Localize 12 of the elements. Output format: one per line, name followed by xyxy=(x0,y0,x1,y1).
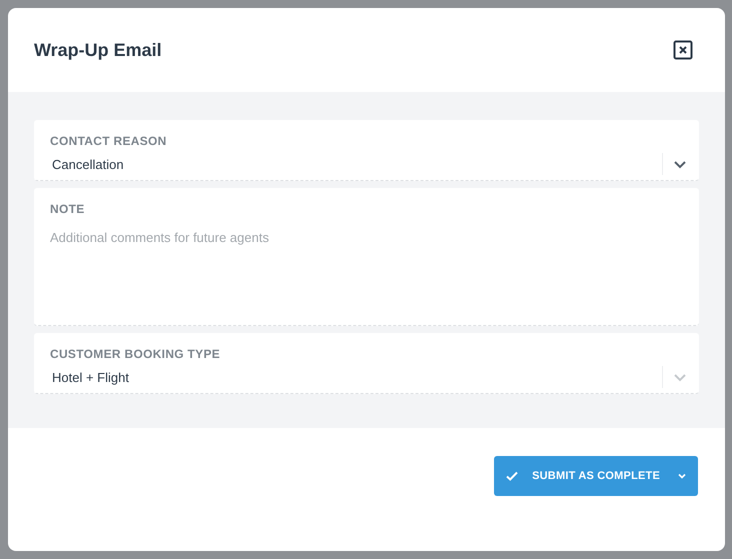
close-button[interactable] xyxy=(673,40,693,60)
note-field[interactable]: NOTE Additional comments for future agents xyxy=(34,188,699,326)
field-label: NOTE xyxy=(50,202,86,216)
select-field[interactable]: CONTACT REASON Cancellation xyxy=(34,120,699,181)
check-icon xyxy=(506,470,518,482)
field-label: CONTACT REASON xyxy=(50,134,168,148)
select-value: Cancellation xyxy=(51,156,125,172)
note-input[interactable]: Additional comments for future agents xyxy=(50,216,683,316)
select-field[interactable]: CUSTOMER BOOKING TYPE Hotel + Flight xyxy=(34,333,699,394)
dialog-title: Wrap-Up Email xyxy=(34,40,162,60)
field-label: CUSTOMER BOOKING TYPE xyxy=(50,347,222,361)
select-value: Hotel + Flight xyxy=(51,370,130,384)
